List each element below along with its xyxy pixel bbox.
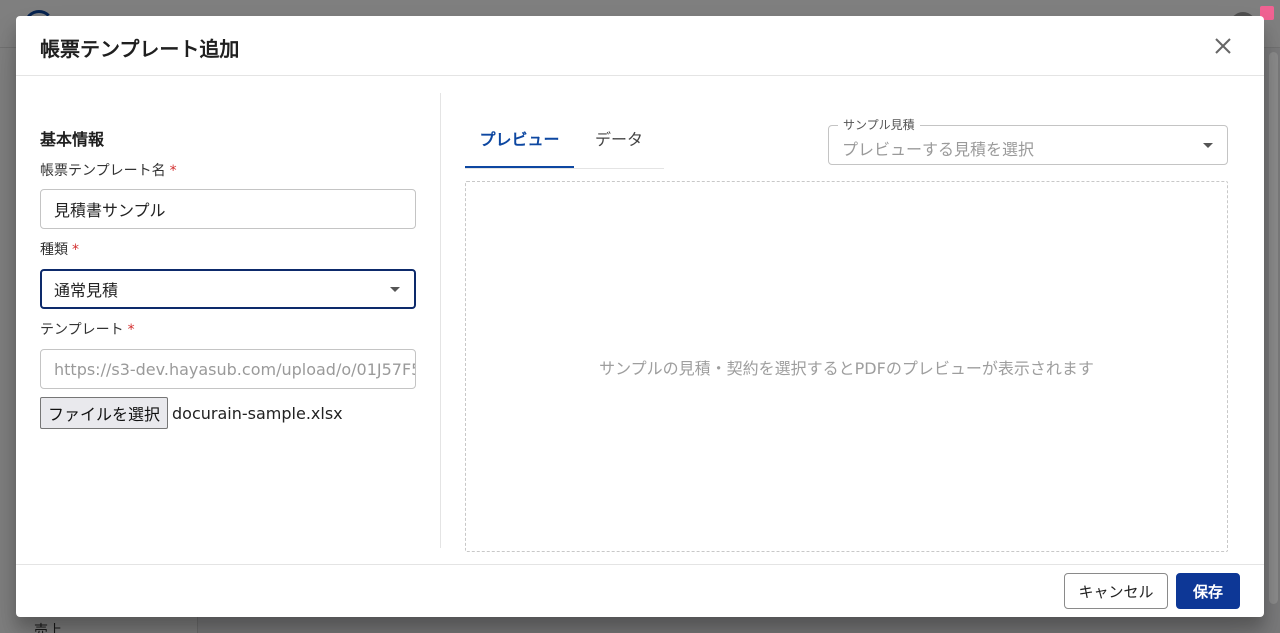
dialog-header: 帳票テンプレート追加	[16, 16, 1264, 76]
chevron-down-icon	[1203, 143, 1213, 148]
required-mark: *	[169, 163, 177, 179]
preview-pane: プレビュー データ サンプル見積 プレビューする見積を選択 サンプルの見積・契約…	[465, 77, 1240, 564]
template-label: テンプレート *	[40, 322, 135, 338]
tab-indicator	[465, 166, 574, 168]
template-name-input[interactable]: 見積書サンプル	[40, 189, 416, 229]
add-form-template-dialog: 帳票テンプレート追加 基本情報 帳票テンプレート名 * 見積書サンプル 種類 * 通…	[16, 16, 1264, 617]
chevron-down-icon	[390, 287, 400, 292]
close-button[interactable]	[1212, 35, 1234, 57]
preview-tabs: プレビュー データ	[465, 107, 664, 169]
type-select[interactable]: 通常見積	[40, 269, 416, 309]
template-url-value: https://s3-dev.hayasub.com/upload/o/01J5…	[54, 359, 416, 379]
template-name-value: 見積書サンプル	[54, 201, 166, 220]
close-icon	[1215, 38, 1231, 54]
tab-data[interactable]: データ	[574, 107, 664, 168]
basic-info-form: 基本情報 帳票テンプレート名 * 見積書サンプル 種類 * 通常見積 テンプレート *…	[16, 77, 440, 564]
pdf-preview-area: サンプルの見積・契約を選択するとPDFのプレビューが表示されます	[465, 181, 1228, 552]
preview-empty-message: サンプルの見積・契約を選択するとPDFのプレビューが表示されます	[599, 358, 1094, 378]
required-mark: *	[72, 242, 79, 258]
pane-divider	[440, 93, 441, 548]
required-mark: *	[127, 322, 135, 338]
sample-estimate-placeholder: プレビューする見積を選択	[842, 140, 1035, 159]
selected-file-name: docurain-sample.xlsx	[172, 403, 343, 423]
sample-estimate-select[interactable]: サンプル見積 プレビューする見積を選択	[828, 117, 1228, 165]
type-value: 通常見積	[54, 281, 119, 300]
dialog-body: 基本情報 帳票テンプレート名 * 見積書サンプル 種類 * 通常見積 テンプレート *…	[16, 77, 1264, 564]
type-label: 種類 *	[40, 242, 79, 258]
file-upload-row: ファイルを選択 docurain-sample.xlsx	[40, 397, 343, 429]
dialog-title: 帳票テンプレート追加	[40, 37, 240, 61]
save-button[interactable]: 保存	[1176, 573, 1240, 609]
page-scrollbar[interactable]	[1269, 52, 1278, 604]
section-title: 基本情報	[40, 130, 105, 149]
template-name-label: 帳票テンプレート名 *	[40, 163, 177, 179]
sample-estimate-label: サンプル見積	[838, 117, 920, 133]
choose-file-button[interactable]: ファイルを選択	[40, 397, 169, 429]
tab-preview[interactable]: プレビュー	[465, 107, 574, 168]
dialog-footer: キャンセル 保存	[16, 564, 1264, 617]
template-url-field[interactable]: https://s3-dev.hayasub.com/upload/o/01J5…	[40, 349, 416, 389]
cancel-button[interactable]: キャンセル	[1064, 573, 1168, 609]
